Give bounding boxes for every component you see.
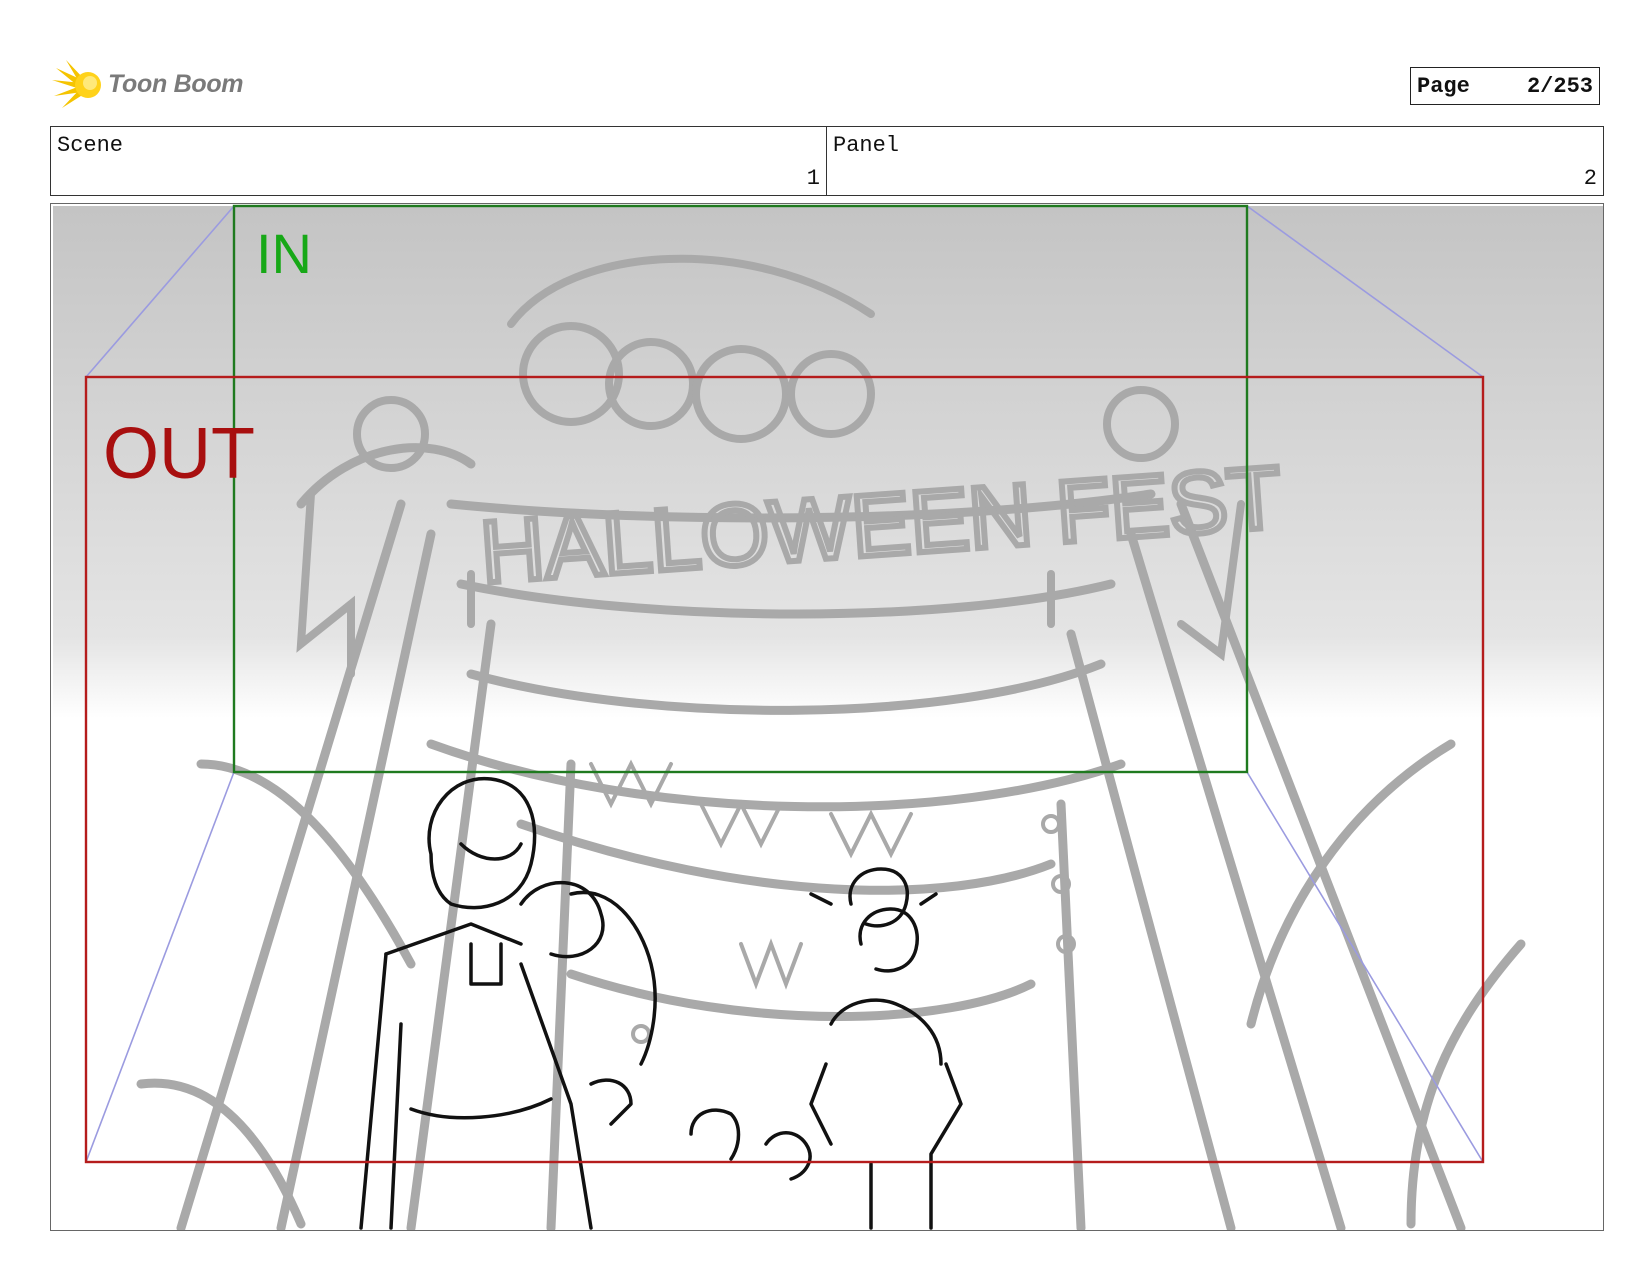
panel-drawing: HALLOWEEN FEST bbox=[53, 204, 1603, 1230]
page-number: 2/253 bbox=[1526, 73, 1593, 99]
scene-panel-header: Scene 1 Panel 2 bbox=[50, 126, 1604, 196]
panel-label: Panel bbox=[833, 133, 900, 158]
camera-in-label: IN bbox=[256, 222, 312, 285]
scene-number: 1 bbox=[806, 166, 820, 191]
toon-boom-logo: Toon Boom bbox=[52, 58, 244, 110]
camera-out-label: OUT bbox=[103, 414, 255, 494]
panel-number: 2 bbox=[1583, 166, 1597, 191]
page-indicator: Page 2/253 bbox=[1410, 67, 1600, 105]
storyboard-panel-frame: HALLOWEEN FEST IN OUT bbox=[50, 203, 1604, 1231]
starburst-icon bbox=[52, 60, 101, 108]
background-gradient bbox=[53, 206, 1603, 1230]
scene-cell: Scene 1 bbox=[51, 127, 827, 195]
page-label: Page bbox=[1417, 73, 1470, 99]
panel-cell: Panel 2 bbox=[827, 127, 1603, 195]
logo-text: Toon Boom bbox=[108, 69, 244, 98]
scene-label: Scene bbox=[57, 133, 124, 158]
